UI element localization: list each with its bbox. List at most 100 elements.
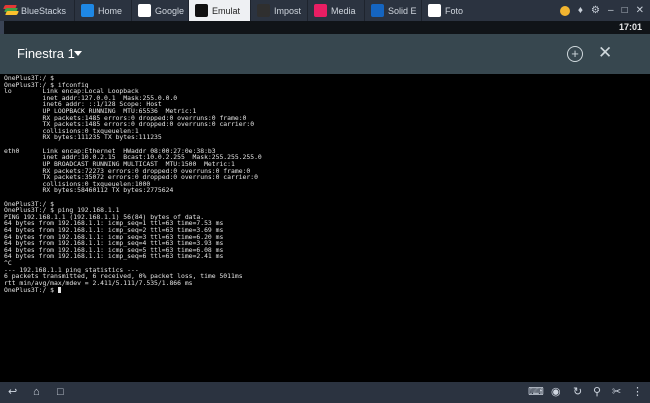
maximize-icon[interactable]: □ <box>622 5 628 16</box>
terminal-line-text: OnePlus3T:/ $ ping 192.168.1.1 <box>4 207 120 214</box>
terminal-line: RX packets:1485 errors:0 dropped:0 overr… <box>4 115 646 122</box>
tab-home[interactable]: Home <box>74 0 131 21</box>
home-icon[interactable]: ⌂ <box>33 385 40 399</box>
terminal-line: TX packets:35072 errors:0 dropped:0 over… <box>4 174 646 181</box>
terminal-line: 64 bytes from 192.168.1.1: icmp_seq=4 tt… <box>4 240 646 247</box>
terminal-line-text: 6 packets transmitted, 6 received, 0% pa… <box>4 273 243 280</box>
new-window-button[interactable]: + <box>567 46 583 62</box>
terminal-line-text: inet addr:127.0.0.1 Mask:255.0.0.0 <box>4 94 178 102</box>
tab-label: Emulat <box>212 5 241 16</box>
terminal-line: RX bytes:111235 TX bytes:111235 <box>4 134 646 141</box>
screen-rotate-icon[interactable]: ↻ <box>573 385 582 399</box>
terminal-line-text: 64 bytes from 192.168.1.1: icmp_seq=4 tt… <box>4 240 224 247</box>
terminal-line-text: RX bytes:58460112 TX bytes:2775624 <box>4 187 174 194</box>
terminal-line-text: UP BROADCAST RUNNING MULTICAST MTU:1500 … <box>4 160 235 168</box>
terminal-line-text: 64 bytes from 192.168.1.1: icmp_seq=6 tt… <box>4 253 224 261</box>
solid-explorer-icon <box>371 4 384 17</box>
terminal-line-text: inet addr:10.0.2.15 Bcast:10.0.2.255 Mas… <box>4 154 262 161</box>
tab-emulat[interactable]: Emulat <box>188 0 250 21</box>
terminal-line-text: inet6 addr: ::1/128 Scope: Host <box>4 101 162 109</box>
terminal-output[interactable]: OnePlus3T:/ $ OnePlus3T:/ $ ifconfig lo Li… <box>0 74 650 382</box>
bluestacks-tab-bar: BlueStacks Home Google Emulat Impost Media So… <box>0 0 650 21</box>
more-icon[interactable]: ⋮ <box>632 385 643 399</box>
terminal-cursor <box>57 286 61 293</box>
android-nav-bar: ↩ ⌂ □ ⌨ ◉ ↻ ⚲ ✂ ⋮ <box>0 382 650 403</box>
terminal-line: 64 bytes from 192.168.1.1: icmp_seq=6 tt… <box>4 253 646 260</box>
window-controls: ♦ ⚙ – □ ✕ <box>559 0 650 21</box>
play-store-icon <box>138 4 151 17</box>
app-toolbar: Finestra 1 + ✕ <box>0 34 650 74</box>
keyboard-icon[interactable]: ⌨ <box>528 385 544 399</box>
terminal-line-text: 64 bytes from 192.168.1.1: icmp_seq=5 tt… <box>4 246 224 254</box>
tab-foto[interactable]: Foto <box>421 0 478 21</box>
close-window-button[interactable]: ✕ <box>598 44 612 62</box>
terminal-line: OnePlus3T:/ $ ping 192.168.1.1 <box>4 207 646 214</box>
terminal-line: OnePlus3T:/ $ <box>4 286 646 294</box>
terminal-line: OnePlus3T:/ $ <box>4 75 646 82</box>
terminal-line-text: RX packets:1485 errors:0 dropped:0 overr… <box>4 114 247 122</box>
close-window-icon[interactable]: ✕ <box>636 5 644 16</box>
terminal-line-text: TX packets:1485 errors:0 dropped:0 overr… <box>4 121 255 128</box>
terminal-line-text: 64 bytes from 192.168.1.1: icmp_seq=2 tt… <box>4 227 224 234</box>
terminal-line-text: PING 192.168.1.1 (192.168.1.1) 56(84) by… <box>4 213 205 221</box>
tab-solid-e[interactable]: Solid E <box>364 0 421 21</box>
terminal-line-text: OnePlus3T:/ $ <box>4 75 55 82</box>
terminal-line: UP LOOPBACK RUNNING MTU:65536 Metric:1 <box>4 108 646 115</box>
photos-icon <box>428 4 441 17</box>
tab-impost[interactable]: Impost <box>250 0 307 21</box>
bluestacks-brand[interactable]: BlueStacks <box>0 0 74 21</box>
terminal-line: inet addr:10.0.2.15 Bcast:10.0.2.255 Mas… <box>4 154 646 161</box>
terminal-line-text: TX packets:35072 errors:0 dropped:0 over… <box>4 174 258 181</box>
tab-label: Foto <box>445 5 464 16</box>
terminal-line-text: UP LOOPBACK RUNNING MTU:65536 Metric:1 <box>4 108 197 115</box>
window-title[interactable]: Finestra 1 <box>17 46 75 61</box>
terminal-line-text: collisions:0 txqueuelen:1 <box>4 127 139 135</box>
terminal-line-text: eth0 Link encap:Ethernet HWaddr 08:00:27… <box>4 147 216 155</box>
terminal-line-text: 64 bytes from 192.168.1.1: icmp_seq=3 tt… <box>4 233 224 241</box>
terminal-line: ^C <box>4 260 646 267</box>
tab-label: Home <box>98 5 123 16</box>
terminal-line-text: 64 bytes from 192.168.1.1: icmp_seq=1 tt… <box>4 220 224 228</box>
terminal-line: OnePlus3T:/ $ ifconfig <box>4 82 646 89</box>
terminal-line: 64 bytes from 192.168.1.1: icmp_seq=2 tt… <box>4 227 646 234</box>
tab-label: Impost <box>274 5 302 16</box>
terminal-line: OnePlus3T:/ $ <box>4 201 646 208</box>
scissors-icon[interactable]: ✂ <box>612 385 621 399</box>
terminal-line-text: RX packets:72273 errors:0 dropped:0 over… <box>4 167 251 175</box>
terminal-line-text: RX bytes:111235 TX bytes:111235 <box>4 134 162 142</box>
back-icon[interactable]: ↩ <box>8 385 17 399</box>
terminal-line-text: lo Link encap:Local Loopback <box>4 88 139 95</box>
terminal-line: inet addr:127.0.0.1 Mask:255.0.0.0 <box>4 95 646 102</box>
terminal-line-text: OnePlus3T:/ $ <box>4 286 58 294</box>
terminal-line: lo Link encap:Local Loopback <box>4 88 646 95</box>
eye-icon[interactable]: ◉ <box>551 385 561 399</box>
location-icon[interactable]: ⚲ <box>593 385 601 399</box>
settings-gear-icon[interactable]: ⚙ <box>591 5 600 16</box>
terminal-line: RX packets:72273 errors:0 dropped:0 over… <box>4 168 646 175</box>
tab-label: Google <box>155 5 185 16</box>
bluestacks-brand-label: BlueStacks <box>21 5 67 16</box>
minimize-icon[interactable]: – <box>608 5 614 16</box>
tab-label: Solid E <box>388 5 417 16</box>
terminal-line: TX packets:1485 errors:0 dropped:0 overr… <box>4 121 646 128</box>
terminal-line-text: ^C <box>4 260 12 267</box>
terminal-line: --- 192.168.1.1 ping statistics --- <box>4 267 646 274</box>
coin-icon[interactable] <box>559 5 570 16</box>
terminal-line-text: --- 192.168.1.1 ping statistics --- <box>4 266 139 274</box>
terminal-line: inet6 addr: ::1/128 Scope: Host <box>4 101 646 108</box>
terminal-line: 64 bytes from 192.168.1.1: icmp_seq=1 tt… <box>4 220 646 227</box>
recent-apps-icon[interactable]: □ <box>57 385 64 399</box>
tab-google[interactable]: Google <box>131 0 188 21</box>
media-icon <box>314 4 327 17</box>
notification-bell-icon[interactable]: ♦ <box>578 5 583 16</box>
terminal-line: rtt min/avg/max/mdev = 2.411/5.111/7.535… <box>4 280 646 287</box>
tab-media[interactable]: Media <box>307 0 364 21</box>
tab-label: Media <box>331 5 356 16</box>
window-dropdown-icon[interactable] <box>74 51 82 56</box>
terminal-line-text: collisions:0 txqueuelen:1000 <box>4 180 151 188</box>
terminal-line: 64 bytes from 192.168.1.1: icmp_seq=5 tt… <box>4 247 646 254</box>
terminal-line: eth0 Link encap:Ethernet HWaddr 08:00:27… <box>4 148 646 155</box>
gear-icon <box>257 4 270 17</box>
